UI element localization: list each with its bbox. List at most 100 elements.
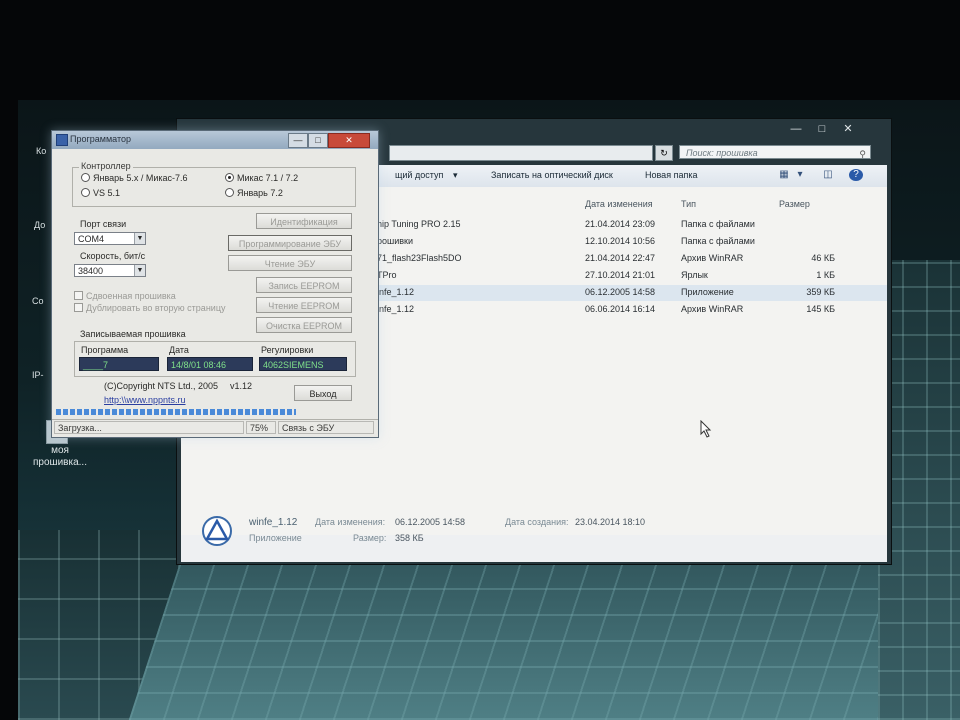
column-header-date[interactable]: Дата изменения [585, 199, 653, 209]
refresh-icon[interactable]: ↻ [655, 145, 673, 161]
identify-button[interactable]: Идентификация [256, 213, 352, 229]
mouse-cursor-icon [700, 420, 712, 438]
radio-indicator-checked [225, 173, 234, 182]
maximize-icon[interactable]: □ [815, 123, 829, 135]
status-connection: Связь с ЭБУ [278, 421, 374, 434]
firmware-calibration-field: 4062SIEMENS [259, 357, 347, 371]
details-modified-label: Дата изменения: [315, 517, 386, 527]
exit-button[interactable]: Выход [294, 385, 352, 401]
radio-indicator [81, 173, 90, 182]
radio-mikas-71[interactable]: Микас 7.1 / 7.2 [225, 173, 298, 183]
radio-label: VS 5.1 [93, 188, 121, 198]
file-size: 46 КБ [811, 253, 835, 263]
double-firmware-checkbox[interactable]: Сдвоенная прошивка [74, 291, 176, 301]
copyright-text: (C)Copyright NTS Ltd., 2005 [104, 381, 219, 391]
desktop-icon-label[interactable]: моя прошивка... [30, 445, 90, 469]
duplicate-page-checkbox[interactable]: Дублировать во вторую страницу [74, 303, 225, 313]
clear-eeprom-button[interactable]: Очистка EEPROM [256, 317, 352, 333]
file-name: TPro [377, 270, 397, 280]
write-eeprom-button[interactable]: Запись EEPROM [256, 277, 352, 293]
radio-indicator [225, 188, 234, 197]
firmware-program-header: Программа [81, 345, 129, 355]
file-name: рошивки [377, 236, 414, 246]
new-folder-button[interactable]: Новая папка [645, 170, 697, 180]
burn-disc-button[interactable]: Записать на оптический диск [491, 170, 613, 180]
radio-january-5x[interactable]: Январь 5.x / Микас-7.6 [81, 173, 188, 183]
checkbox-label: Дублировать во вторую страницу [86, 303, 226, 313]
file-type: Архив WinRAR [681, 253, 744, 263]
preview-pane-icon[interactable]: ◫ [821, 169, 835, 181]
column-header-type[interactable]: Тип [681, 199, 696, 209]
wallpaper-tile-floor [128, 540, 960, 720]
details-size-label: Размер: [353, 533, 387, 543]
speed-select[interactable]: 38400 ▼ [74, 264, 146, 277]
column-header-size[interactable]: Размер [779, 199, 810, 209]
read-eeprom-button[interactable]: Чтение EEPROM [256, 297, 352, 313]
radio-indicator [81, 188, 90, 197]
checkbox-box [74, 291, 83, 300]
file-type: Ярлык [681, 270, 708, 280]
file-type: Папка с файлами [681, 236, 755, 246]
share-menu[interactable]: щий доступ [395, 170, 443, 180]
file-date: 27.10.2014 21:01 [585, 270, 656, 280]
monitor-screen: Ко До Со IP- моя прошивка... — □ ✕ ↻ Пои… [18, 100, 960, 720]
status-state: Загрузка... [54, 421, 244, 434]
file-name: infe_1.12 [377, 287, 415, 297]
desktop-side-label: До [34, 220, 46, 230]
firmware-group-title: Записываемая прошивка [80, 329, 186, 339]
details-size-value: 358 КБ [395, 533, 424, 543]
dialog-titlebar[interactable]: Программатор — □ ✕ [52, 131, 378, 149]
close-icon[interactable]: ✕ [841, 123, 855, 135]
details-pane: winfe_1.12 Приложение Дата изменения: 06… [181, 516, 887, 562]
file-date: 21.04.2014 22:47 [585, 253, 656, 263]
application-logo-icon [202, 516, 232, 546]
programmator-dialog: Программатор — □ ✕ Контроллер Январь 5.x… [51, 130, 379, 438]
maximize-icon[interactable]: □ [308, 133, 328, 148]
view-dropdown-icon[interactable]: ▾ [793, 169, 807, 181]
checkbox-label: Сдвоенная прошивка [86, 291, 176, 301]
firmware-date-header: Дата [169, 345, 189, 355]
file-date: 21.04.2014 23:09 [585, 219, 656, 229]
version-text: v1.12 [230, 381, 253, 391]
desktop-icon-label-line1: моя [51, 445, 69, 456]
read-ecu-button[interactable]: Чтение ЭБУ [228, 255, 352, 271]
website-link[interactable]: http:\\www.nppnts.ru [104, 395, 186, 405]
status-bar: Загрузка... 75% Связь с ЭБУ [52, 419, 378, 436]
details-modified-value: 06.12.2005 14:58 [395, 517, 466, 527]
search-icon[interactable]: ⚲ [859, 147, 866, 161]
file-size: 359 КБ [806, 287, 835, 297]
chevron-down-icon[interactable]: ▼ [134, 265, 145, 276]
address-bar[interactable] [389, 145, 653, 161]
radio-vs51[interactable]: VS 5.1 [81, 188, 120, 198]
radio-january-72[interactable]: Январь 7.2 [225, 188, 283, 198]
desktop-icon-label-line2: прошивка... [33, 457, 87, 468]
minimize-icon[interactable]: — [288, 133, 308, 148]
close-button[interactable]: ✕ [328, 133, 370, 148]
port-label: Порт связи [80, 219, 127, 229]
radio-label: Микас 7.1 / 7.2 [237, 173, 299, 183]
details-created-label: Дата создания: [505, 517, 569, 527]
app-icon [56, 134, 68, 146]
file-name: hip Tuning PRO 2.15 [377, 219, 461, 229]
file-type: Приложение [681, 287, 734, 297]
radio-label: Январь 5.x / Микас-7.6 [93, 173, 188, 183]
search-input[interactable]: Поиск: прошивка ⚲ [679, 145, 871, 159]
share-dropdown-icon[interactable]: ▾ [453, 170, 458, 181]
firmware-date-field: 14/8/01 08:46 [167, 357, 253, 371]
view-options-icon[interactable]: ▦ [777, 169, 791, 181]
file-size: 1 КБ [816, 270, 835, 280]
file-type: Архив WinRAR [681, 304, 744, 314]
details-file-name: winfe_1.12 [249, 517, 298, 528]
dialog-title: Программатор [70, 134, 131, 144]
port-select[interactable]: COM4 ▼ [74, 232, 146, 245]
radio-label: Январь 7.2 [237, 188, 283, 198]
chevron-down-icon[interactable]: ▼ [134, 233, 145, 244]
program-ecu-button[interactable]: Программирование ЭБУ [228, 235, 352, 251]
details-created-value: 23.04.2014 18:10 [575, 517, 646, 527]
controller-group-title: Контроллер [79, 161, 133, 171]
loading-progress-bar [56, 409, 296, 415]
speed-value: 38400 [78, 266, 104, 276]
minimize-icon[interactable]: — [789, 123, 803, 135]
desktop-side-label: Со [32, 296, 44, 306]
help-icon[interactable]: ? [849, 169, 863, 181]
